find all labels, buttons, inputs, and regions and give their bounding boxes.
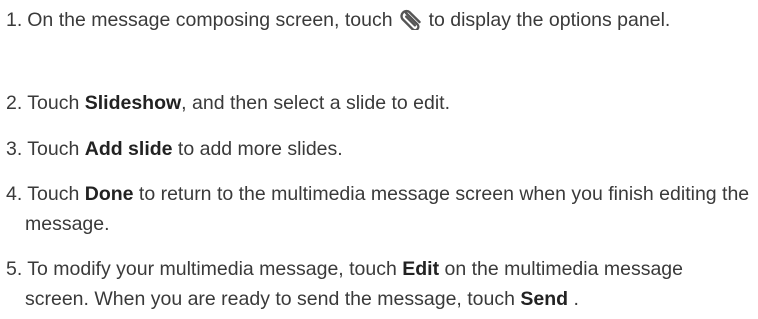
- step-5: 5. To modify your multimedia message, tou…: [6, 254, 751, 314]
- ui-term-done: Done: [84, 183, 134, 205]
- instruction-steps: 1. On the message composing screen, touch…: [0, 0, 758, 319]
- step-text: to add more slides.: [177, 138, 343, 160]
- step-3: 3. Touch Add slide to add more slides.: [6, 134, 751, 164]
- step-2: 2. Touch Slideshow, and then select a sli…: [6, 88, 751, 118]
- ui-term-add-slide: Add slide: [84, 138, 173, 160]
- step-text: Touch: [27, 138, 80, 160]
- step-text: Touch: [27, 183, 80, 205]
- step-1: 1. On the message composing screen, touch…: [6, 5, 751, 35]
- step-number: 3.: [6, 138, 23, 160]
- ui-term-send: Send: [520, 288, 569, 310]
- step-number: 4.: [6, 183, 23, 205]
- step-number: 1.: [6, 9, 23, 31]
- step-text: to display the options panel.: [428, 9, 671, 31]
- step-text: To modify your multimedia message, touch: [27, 258, 397, 280]
- step-text: Touch: [27, 92, 80, 114]
- ui-term-slideshow: Slideshow: [84, 92, 182, 114]
- step-4: 4. Touch Done to return to the multimedia…: [6, 179, 751, 239]
- paperclip-icon: [399, 8, 425, 30]
- ui-term-edit: Edit: [402, 258, 440, 280]
- step-number: 5.: [6, 258, 23, 280]
- step-text: to return to the multimedia message scre…: [25, 183, 750, 235]
- step-text: On the message composing screen, touch: [27, 9, 393, 31]
- step-number: 2.: [6, 92, 23, 114]
- step-text: , and then select a slide to edit.: [181, 92, 451, 114]
- step-text: .: [573, 288, 579, 310]
